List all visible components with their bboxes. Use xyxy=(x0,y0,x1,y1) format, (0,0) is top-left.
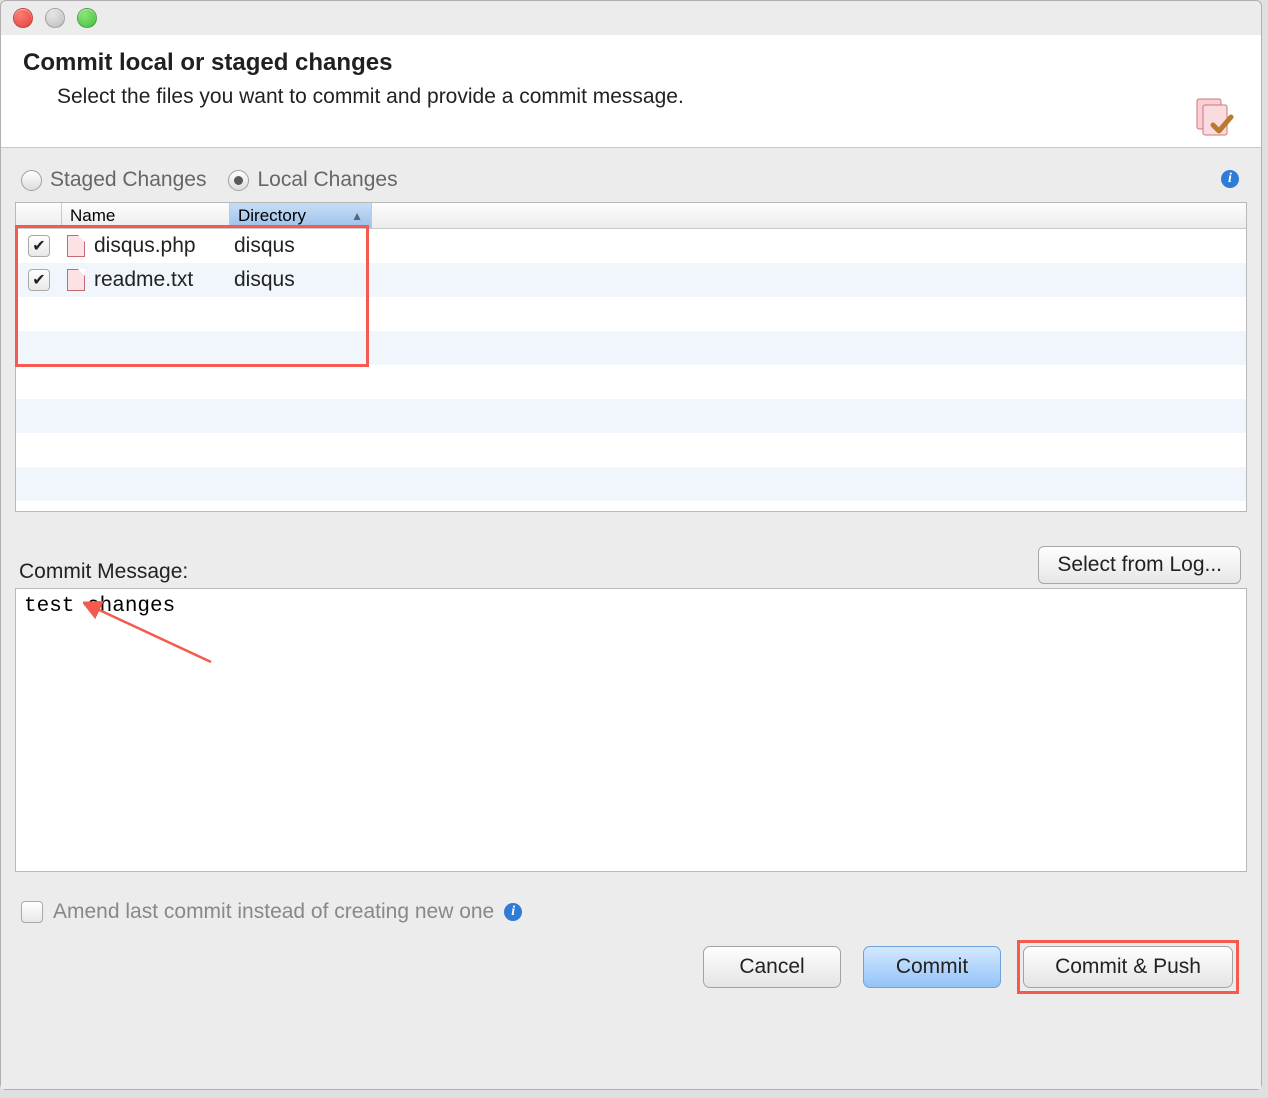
file-checkbox[interactable]: ✔ xyxy=(28,269,50,291)
file-name: disqus.php xyxy=(90,234,230,258)
file-dir: disqus xyxy=(230,234,295,258)
amend-label: Amend last commit instead of creating ne… xyxy=(53,900,494,924)
column-spacer xyxy=(372,203,1246,228)
commit-message-input[interactable]: test changes xyxy=(15,588,1247,872)
cancel-button[interactable]: Cancel xyxy=(703,946,841,988)
commit-message-label: Commit Message: xyxy=(15,560,188,584)
file-list-header: Name Directory ▲ xyxy=(16,203,1246,229)
file-checkbox[interactable]: ✔ xyxy=(28,235,50,257)
local-changes-radio[interactable] xyxy=(228,170,249,191)
file-icon xyxy=(67,235,85,257)
commit-button[interactable]: Commit xyxy=(863,946,1001,988)
file-row[interactable]: ✔ disqus.php disqus xyxy=(16,229,1246,263)
file-row[interactable]: ✔ readme.txt disqus xyxy=(16,263,1246,297)
window-minimize-button[interactable] xyxy=(45,8,65,28)
commit-dialog: Commit local or staged changes Select th… xyxy=(0,0,1262,1090)
column-checkbox[interactable] xyxy=(16,203,62,228)
column-directory[interactable]: Directory ▲ xyxy=(230,203,372,228)
commit-message-section: Commit Message: Select from Log... test … xyxy=(15,546,1247,878)
select-from-log-button[interactable]: Select from Log... xyxy=(1038,546,1241,584)
dialog-body: Staged Changes Local Changes i Name Dire… xyxy=(1,148,1261,1089)
dialog-title: Commit local or staged changes xyxy=(23,49,1239,77)
amend-row: Amend last commit instead of creating ne… xyxy=(15,878,1247,928)
dialog-button-row: Cancel Commit Commit & Push xyxy=(15,928,1247,1010)
dialog-header: Commit local or staged changes Select th… xyxy=(1,35,1261,148)
wizard-banner-icon xyxy=(1193,97,1237,143)
staged-changes-radio[interactable] xyxy=(21,170,42,191)
changes-source-row: Staged Changes Local Changes i xyxy=(15,162,1247,202)
file-icon xyxy=(67,269,85,291)
dialog-subtitle: Select the files you want to commit and … xyxy=(23,85,1239,109)
file-rows: ✔ disqus.php disqus ✔ readme.txt disqus xyxy=(16,229,1246,511)
window-close-button[interactable] xyxy=(13,8,33,28)
sort-ascending-icon: ▲ xyxy=(351,209,363,223)
info-icon[interactable]: i xyxy=(504,903,522,921)
info-icon[interactable]: i xyxy=(1221,170,1239,188)
column-name[interactable]: Name xyxy=(62,203,230,228)
amend-checkbox[interactable] xyxy=(21,901,43,923)
local-changes-label: Local Changes xyxy=(257,168,397,192)
window-zoom-button[interactable] xyxy=(77,8,97,28)
file-list: Name Directory ▲ ✔ disqus.php disqus ✔ xyxy=(15,202,1247,512)
commit-and-push-button[interactable]: Commit & Push xyxy=(1023,946,1233,988)
window-titlebar xyxy=(1,1,1261,35)
file-dir: disqus xyxy=(230,268,295,292)
file-name: readme.txt xyxy=(90,268,230,292)
staged-changes-label: Staged Changes xyxy=(50,168,206,192)
